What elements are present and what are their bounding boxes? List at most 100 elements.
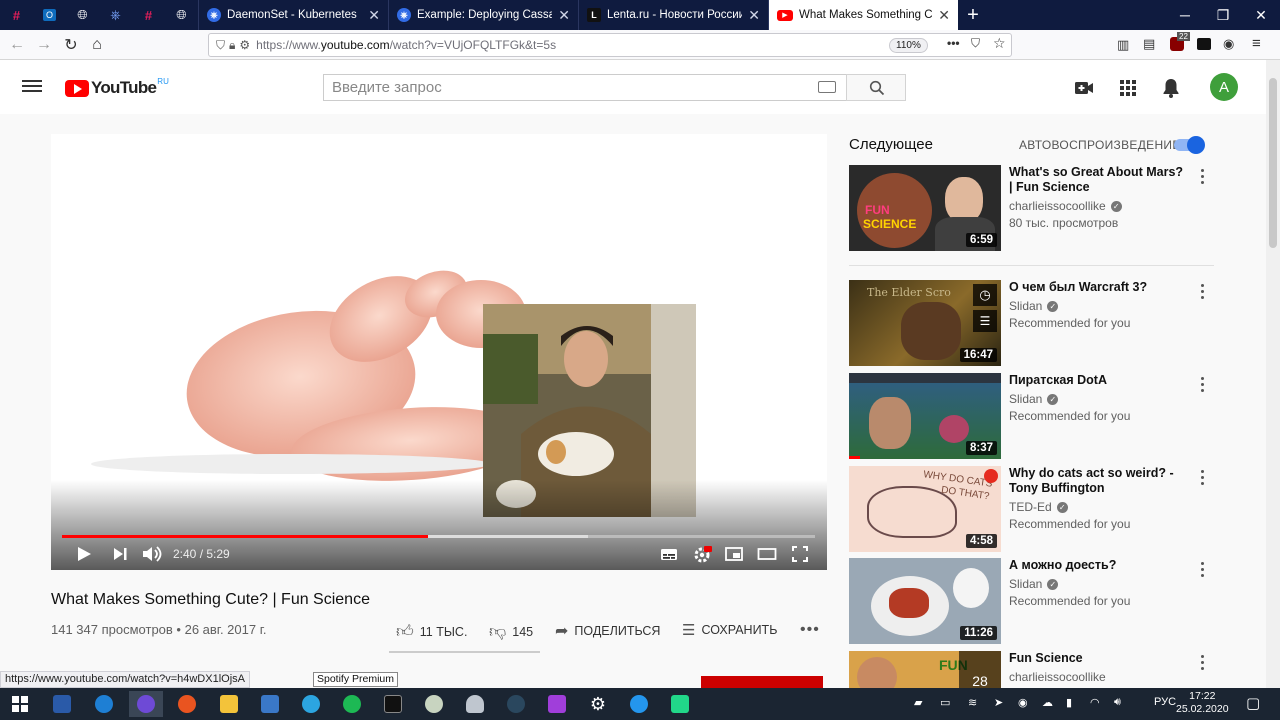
channel-name[interactable]: charlieissocoollike ✓ (1009, 199, 1122, 213)
search-button[interactable] (846, 74, 906, 101)
video-thumbnail[interactable]: The Elder Scro ◷ ☰ 16:47 (849, 280, 1001, 366)
telegram-tray-icon[interactable]: ➤ (994, 696, 1003, 709)
taskbar-firefox[interactable] (129, 691, 163, 717)
more-icon[interactable] (1201, 169, 1205, 187)
video-title[interactable]: О чем был Warcraft 3? (1009, 280, 1189, 295)
pinned-tab-slack-2[interactable]: # (132, 0, 165, 30)
library-icon[interactable]: ▥ (1117, 37, 1129, 53)
tab-lenta[interactable]: L Lenta.ru - Новости России и м ✕ (578, 0, 768, 30)
page-actions-icon[interactable]: ••• (947, 36, 960, 50)
battery-icon[interactable]: ▮ (1066, 696, 1072, 709)
play-icon[interactable] (75, 544, 93, 564)
taskbar-remote-desktop[interactable] (253, 691, 287, 717)
zoom-indicator[interactable]: 110% (889, 38, 928, 53)
taskbar-ubuntu[interactable] (170, 691, 204, 717)
theater-mode-icon[interactable] (757, 544, 777, 564)
share-button[interactable]: ➦ ПОДЕЛИТЬСЯ (555, 621, 660, 641)
more-icon[interactable] (1201, 562, 1205, 580)
taskbar-docker[interactable] (622, 691, 656, 717)
reload-button[interactable]: ↻ (60, 35, 82, 55)
video-title[interactable]: А можно доесть? (1009, 558, 1189, 573)
taskbar-terminal[interactable] (376, 691, 410, 717)
steam-tray-icon[interactable]: ◉ (1018, 696, 1028, 709)
video-thumbnail[interactable]: 8:37 (849, 373, 1001, 459)
minimize-button[interactable]: ─ (1166, 0, 1204, 30)
volume-icon[interactable] (141, 544, 163, 564)
window-close-button[interactable]: ✕ (1242, 0, 1280, 30)
more-actions-button[interactable]: ••• (800, 621, 820, 639)
extension-icon[interactable] (1197, 38, 1211, 50)
channel-name[interactable]: Slidan ✓ (1009, 392, 1059, 406)
scrollbar-thumb[interactable] (1269, 78, 1277, 248)
volume-tray-icon[interactable]: 🔊︎ (1114, 696, 1121, 709)
fullscreen-icon[interactable] (790, 544, 810, 564)
pinned-tab-outlook[interactable]: O (33, 0, 66, 30)
subtitles-icon[interactable] (659, 544, 679, 564)
channel-name[interactable]: charlieissocoollike (1009, 670, 1106, 684)
tab-cassandra[interactable]: ⎈ Example: Deploying Cassandra ✕ (388, 0, 578, 30)
new-tab-button[interactable]: + (958, 0, 988, 30)
taskbar-edge[interactable] (87, 691, 121, 717)
autoplay-toggle[interactable] (1174, 136, 1205, 154)
menu-icon[interactable]: ≡ (1252, 35, 1261, 52)
video-title[interactable]: Why do cats act so weird? - Tony Buffing… (1009, 466, 1189, 496)
taskbar-telegram[interactable] (294, 691, 328, 717)
sidebar-icon[interactable]: ▤ (1143, 36, 1155, 52)
address-bar[interactable]: ⛉ 🔒︎ ⚙ https://www. youtube.com/watch?v=V… (208, 33, 1012, 57)
like-button[interactable]: 👍︎ 11 ТЫС. (396, 621, 467, 642)
docker-tray-icon[interactable]: ≋ (968, 696, 977, 709)
clock[interactable]: 17:22 25.02.2020 (1176, 690, 1229, 716)
taskbar-steam[interactable] (499, 691, 533, 717)
taskbar-pycharm[interactable] (663, 691, 697, 717)
video-thumbnail[interactable]: WHY DO CATS DO THAT? 4:58 (849, 466, 1001, 552)
next-icon[interactable] (111, 544, 129, 564)
back-button[interactable]: ← (6, 35, 28, 55)
more-icon[interactable] (1201, 377, 1205, 395)
close-icon[interactable]: ✕ (748, 7, 760, 24)
more-icon[interactable] (1201, 655, 1205, 673)
notifications-bell-icon[interactable] (1159, 76, 1183, 100)
tab-daemonset[interactable]: ⎈ DaemonSet - Kubernetes ✕ (198, 0, 388, 30)
avatar[interactable]: A (1210, 73, 1238, 101)
video-title[interactable]: Fun Science (1009, 651, 1189, 666)
video-title[interactable]: Пиратская DotA (1009, 373, 1189, 388)
video-thumbnail[interactable]: FUN SCIENCE 6:59 (849, 165, 1001, 251)
taskbar-explorer[interactable] (212, 691, 246, 717)
taskbar-spotify[interactable] (335, 691, 369, 717)
video-thumbnail[interactable]: 11:26 (849, 558, 1001, 644)
channel-name[interactable]: TED-Ed ✓ (1009, 500, 1068, 514)
apps-grid-icon[interactable] (1116, 76, 1140, 100)
account-icon[interactable]: ◉ (1223, 36, 1234, 52)
add-to-queue-icon[interactable]: ☰ (973, 310, 997, 332)
dislike-button[interactable]: 👎︎ 145 (489, 621, 533, 642)
video-title[interactable]: What's so Great About Mars? | Fun Scienc… (1009, 165, 1189, 195)
language-indicator[interactable]: РУС (1154, 696, 1176, 708)
guide-menu-button[interactable] (22, 77, 42, 97)
keyboard-icon[interactable] (818, 81, 836, 93)
settings-icon[interactable] (692, 544, 712, 564)
channel-name[interactable]: Slidan ✓ (1009, 577, 1059, 591)
network-icon[interactable]: ▭ (940, 696, 950, 709)
taskbar-app-bird[interactable] (417, 691, 451, 717)
taskbar-settings[interactable]: ⚙ (581, 691, 615, 717)
channel-name[interactable]: Slidan ✓ (1009, 299, 1059, 313)
pinned-tab-globe[interactable]: 🌐︎ (66, 0, 99, 30)
taskbar-intellij[interactable] (540, 691, 574, 717)
taskbar-powershell[interactable] (45, 691, 79, 717)
youtube-logo[interactable]: YouTube RU (65, 77, 169, 98)
create-video-icon[interactable] (1072, 76, 1096, 100)
pinned-tab-kubernetes[interactable]: ⎈ (99, 0, 132, 30)
more-icon[interactable] (1201, 284, 1205, 302)
action-center-icon[interactable]: ▢ (1246, 694, 1260, 712)
start-button[interactable] (3, 691, 37, 717)
nvidia-icon[interactable]: ▰ (914, 696, 922, 709)
wifi-icon[interactable]: ◠ (1090, 696, 1100, 709)
onedrive-icon[interactable]: ☁ (1042, 696, 1053, 709)
save-button[interactable]: ☰ СОХРАНИТЬ (682, 621, 777, 639)
more-icon[interactable] (1201, 470, 1205, 488)
bookmark-star-icon[interactable]: ☆ (993, 35, 1006, 52)
progress-bar[interactable] (62, 535, 815, 538)
taskbar-app-mushroom[interactable] (458, 691, 492, 717)
tab-youtube[interactable]: ▶ What Makes Something Cute? | ✕ (768, 0, 958, 30)
video-thumbnail[interactable]: FUN 28 (849, 651, 1001, 688)
